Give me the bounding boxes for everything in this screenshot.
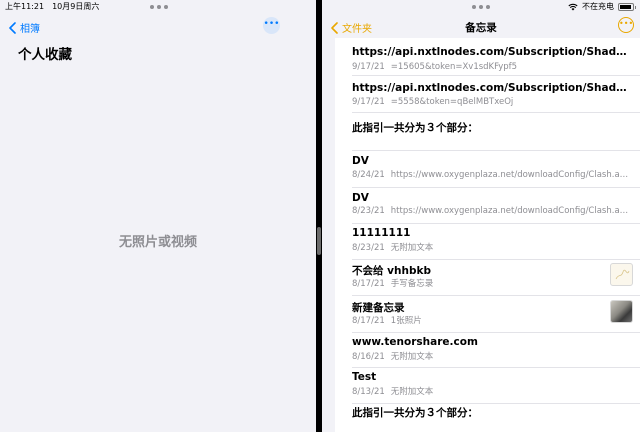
more-options-button[interactable]: ••• <box>618 17 634 33</box>
more-options-button[interactable]: ••• <box>263 17 280 34</box>
note-list-item[interactable]: Test 8/13/21 无附加文本 <box>335 368 640 404</box>
note-date: 8/24/21 <box>352 170 385 180</box>
page-title: 个人收藏 <box>18 47 72 63</box>
note-list-item[interactable]: DV 8/24/21 https://www.oxygenplaza.net/do… <box>335 151 640 188</box>
note-list-item[interactable]: https://api.nxtlnodes.com/Subscription/S… <box>335 38 640 76</box>
note-date: 8/17/21 <box>352 279 385 289</box>
note-title: 不会给 vhhbkb <box>352 265 431 277</box>
note-list-item[interactable]: DV 8/23/21 https://www.oxygenplaza.net/do… <box>335 188 640 224</box>
note-subtitle: 9/17/21 =5558&token=qBelMBTxeOj <box>352 97 632 107</box>
note-list-item[interactable]: www.tenorshare.com 8/16/21 无附加文本 <box>335 333 640 368</box>
note-title: https://api.nxtlnodes.com/Subscription/S… <box>352 82 627 94</box>
note-preview: 无附加文本 <box>390 243 434 253</box>
note-title: 11111111 <box>352 227 411 239</box>
note-subtitle: 8/17/21 手写备忘录 <box>352 277 632 289</box>
note-date: 8/16/21 <box>352 352 385 362</box>
note-preview: 1张照片 <box>390 316 422 326</box>
chevron-left-icon <box>9 21 16 34</box>
note-list-item[interactable]: 此指引一共分为３个部分： <box>335 404 640 432</box>
note-title: DV <box>352 155 369 167</box>
notes-nav-bar: 文件夹 备忘录 ••• <box>322 0 640 38</box>
note-date: 8/23/21 <box>352 243 385 253</box>
note-preview: 无附加文本 <box>390 387 434 397</box>
note-subtitle: 8/16/21 无附加文本 <box>352 350 632 362</box>
note-preview: 手写备忘录 <box>390 279 434 289</box>
handwriting-thumbnail <box>610 263 633 286</box>
empty-state-message: 无照片或视频 <box>118 235 197 250</box>
photo-thumbnail <box>610 300 633 323</box>
note-preview: =15605&token=Xv1sdKFypf5 <box>390 62 518 72</box>
note-preview: https://www.oxygenplaza.net/downloadConf… <box>390 170 632 180</box>
note-title: www.tenorshare.com <box>352 336 478 348</box>
status-time-date: 上午11:21 10月9日周六 <box>5 1 107 12</box>
note-preview: https://www.oxygenplaza.net/downloadConf… <box>390 206 632 216</box>
note-preview: 无附加文本 <box>390 352 434 362</box>
note-title: 此指引一共分为３个部分： <box>352 122 478 134</box>
note-title: Test <box>352 371 377 383</box>
notes-title: 备忘录 <box>465 22 497 34</box>
note-title: 新建备忘录 <box>352 302 405 314</box>
back-label: 相簿 <box>20 24 40 35</box>
note-subtitle: 9/17/21 =15605&token=Xv1sdKFypf5 <box>352 62 632 72</box>
status-time: 上午11:21 <box>5 2 45 11</box>
note-list-item[interactable]: 11111111 8/23/21 无附加文本 <box>335 224 640 260</box>
note-preview: =5558&token=qBelMBTxeOj <box>390 97 514 107</box>
status-date: 10月9日周六 <box>52 2 100 11</box>
multitasking-dots-icon[interactable] <box>150 5 168 9</box>
note-title: 此指引一共分为３个部分： <box>352 407 478 419</box>
note-title: DV <box>352 192 369 204</box>
note-list-item[interactable]: 此指引一共分为３个部分： <box>335 113 640 151</box>
note-date: 9/17/21 <box>352 97 385 107</box>
split-view-resize-handle[interactable] <box>317 227 321 255</box>
note-list-item[interactable]: https://api.nxtlnodes.com/Subscription/S… <box>335 76 640 113</box>
note-title: https://api.nxtlnodes.com/Subscription/S… <box>352 46 627 58</box>
note-list-item[interactable]: 新建备忘录 8/17/21 1张照片 <box>335 296 640 333</box>
note-subtitle: 8/24/21 https://www.oxygenplaza.net/downl… <box>352 170 632 180</box>
note-date: 8/23/21 <box>352 206 385 216</box>
note-date: 8/17/21 <box>352 316 385 326</box>
notes-list: https://api.nxtlnodes.com/Subscription/S… <box>335 38 640 432</box>
note-date: 8/13/21 <box>352 387 385 397</box>
note-subtitle: 8/17/21 1张照片 <box>352 314 632 326</box>
notes-pane: 不在充电 文件夹 备忘录 ••• https://api.nxtlnodes.c… <box>322 0 640 432</box>
photos-pane: 上午11:21 10月9日周六 相簿 ••• 个人收藏 无照片或视频 <box>0 0 316 432</box>
note-date: 9/17/21 <box>352 62 385 72</box>
note-list-item[interactable]: 不会给 vhhbkb 8/17/21 手写备忘录 <box>335 260 640 296</box>
note-subtitle: 8/13/21 无附加文本 <box>352 385 632 397</box>
note-subtitle: 8/23/21 https://www.oxygenplaza.net/downl… <box>352 206 632 216</box>
back-to-albums-button[interactable]: 相簿 <box>9 20 40 35</box>
note-subtitle: 8/23/21 无附加文本 <box>352 241 632 253</box>
